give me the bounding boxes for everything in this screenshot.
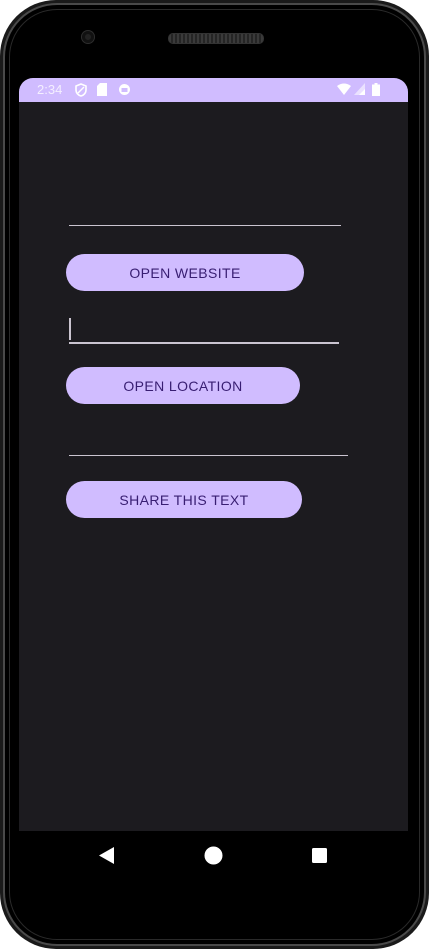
status-time: 2:34 — [37, 82, 63, 97]
open-website-label: OPEN WEBSITE — [129, 264, 241, 281]
battery-icon — [372, 83, 380, 99]
open-location-button[interactable]: OPEN LOCATION — [66, 367, 300, 404]
status-bar: 2:34 — [19, 78, 408, 102]
shield-icon — [75, 83, 87, 100]
url-input-underline[interactable] — [69, 197, 345, 226]
wifi-icon — [337, 83, 351, 98]
share-text-label: SHARE THIS TEXT — [119, 491, 249, 508]
share-text-input[interactable] — [69, 427, 352, 455]
recents-icon[interactable] — [312, 848, 327, 868]
earpiece-speaker — [168, 33, 264, 44]
signal-icon — [354, 83, 365, 98]
share-text-input-underline[interactable] — [69, 427, 352, 456]
back-icon[interactable] — [99, 847, 115, 869]
open-location-label: OPEN LOCATION — [123, 377, 243, 394]
phone-device-frame: 2:34 OPEN WEBSITE OPEN LOCATION SHARE TH… — [0, 0, 429, 949]
open-website-button[interactable]: OPEN WEBSITE — [66, 254, 304, 291]
front-camera — [82, 31, 94, 43]
url-input[interactable] — [69, 197, 345, 225]
share-text-button[interactable]: SHARE THIS TEXT — [66, 481, 302, 518]
home-icon[interactable] — [204, 846, 223, 870]
app-screen: 2:34 OPEN WEBSITE OPEN LOCATION SHARE TH… — [19, 78, 408, 831]
sync-icon — [118, 83, 131, 99]
sim-card-icon — [97, 83, 107, 99]
text-cursor — [69, 318, 71, 340]
navigation-bar — [19, 831, 408, 881]
location-input[interactable] — [69, 314, 339, 344]
